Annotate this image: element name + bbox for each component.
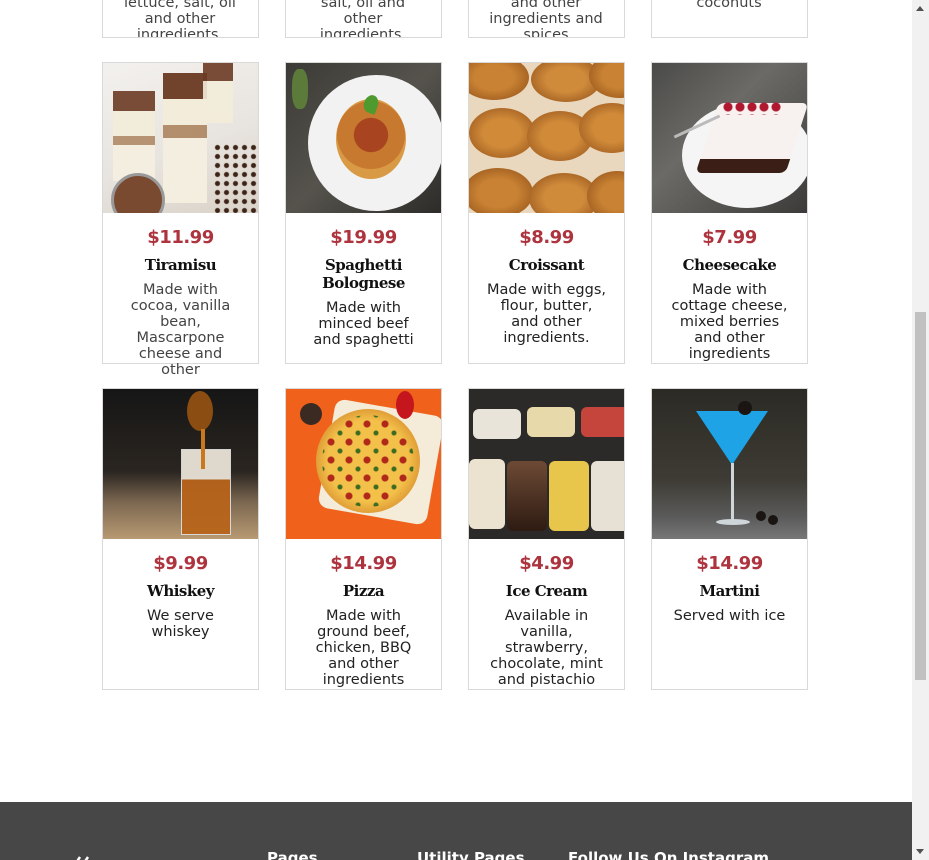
footer-heading-instagram: Follow Us On Instagram bbox=[568, 849, 769, 860]
menu-card[interactable]: $11.99 Tiramisu Made with cocoa, vanilla… bbox=[102, 62, 259, 378]
menu-item-description: coconuts bbox=[696, 0, 762, 11]
menu-item-description: Made with eggs, flour, butter, and other… bbox=[487, 282, 606, 346]
scrollbar-thumb[interactable] bbox=[915, 312, 926, 680]
menu-card[interactable]: $8.99 Croissant Made with eggs, flour, b… bbox=[468, 62, 625, 364]
menu-card[interactable]: $4.99 Ice Cream Available in vanilla, st… bbox=[468, 388, 625, 690]
menu-item-price: $9.99 bbox=[153, 553, 208, 574]
croissant-photo bbox=[469, 63, 624, 213]
menu-item-description: and other ingredients and spices bbox=[489, 0, 603, 38]
site-footer: Pages Utility Pages Follow Us On Instagr… bbox=[0, 802, 912, 860]
menu-item-price: $14.99 bbox=[330, 553, 397, 574]
menu-card[interactable]: and other ingredients and spices bbox=[468, 0, 625, 38]
spaghetti-photo bbox=[286, 63, 441, 213]
menu-item-price: $8.99 bbox=[519, 227, 574, 248]
menu-item-price: $19.99 bbox=[330, 227, 397, 248]
menu-card[interactable]: $19.99 Spaghetti Bolognese Made with min… bbox=[285, 62, 442, 364]
menu-item-name: Croissant bbox=[508, 256, 585, 274]
martini-photo bbox=[652, 389, 807, 539]
menu-item-description: We serve whiskey bbox=[147, 608, 214, 640]
logo-mark-icon bbox=[76, 856, 90, 860]
menu-card[interactable]: coconuts bbox=[651, 0, 808, 38]
menu-item-name: Ice Cream bbox=[505, 582, 588, 600]
footer-heading-utility-pages: Utility Pages bbox=[417, 849, 525, 860]
scroll-down-arrow-icon[interactable] bbox=[916, 849, 924, 854]
ice-cream-photo bbox=[469, 389, 624, 539]
menu-item-price: $14.99 bbox=[696, 553, 763, 574]
menu-item-price: $4.99 bbox=[519, 553, 574, 574]
footer-heading-pages: Pages bbox=[267, 849, 318, 860]
menu-item-name: Whiskey bbox=[146, 582, 215, 600]
menu-item-name: Tiramisu bbox=[144, 256, 217, 274]
menu-item-name: Cheesecake bbox=[682, 256, 777, 274]
logo-icon[interactable] bbox=[70, 850, 94, 860]
menu-item-description: Made with cocoa, vanilla bean, Mascarpon… bbox=[130, 282, 231, 378]
menu-item-description: avocado, eggs, lettuce, salt, oil and ot… bbox=[124, 0, 236, 38]
menu-card[interactable]: $9.99 Whiskey We serve whiskey bbox=[102, 388, 259, 690]
menu-card[interactable]: $7.99 Cheesecake Made with cottage chees… bbox=[651, 62, 808, 364]
menu-item-description: Made with cottage cheese, mixed berries … bbox=[671, 282, 788, 362]
menu-item-name: Spaghetti Bolognese bbox=[322, 256, 405, 292]
menu-item-price: $11.99 bbox=[147, 227, 214, 248]
page: avocado, eggs, lettuce, salt, oil and ot… bbox=[0, 0, 912, 860]
vertical-scrollbar[interactable] bbox=[912, 0, 929, 860]
menu-item-name: Martini bbox=[699, 582, 760, 600]
tiramisu-photo bbox=[103, 63, 258, 213]
menu-item-description: salt, oil and other ingredients. bbox=[319, 0, 407, 38]
menu-card[interactable]: salt, oil and other ingredients. bbox=[285, 0, 442, 38]
menu-item-name: Pizza bbox=[342, 582, 385, 600]
menu-card[interactable]: $14.99 Martini Served with ice bbox=[651, 388, 808, 690]
menu-item-description: Served with ice bbox=[673, 608, 786, 624]
menu-item-price: $7.99 bbox=[702, 227, 757, 248]
scroll-up-arrow-icon[interactable] bbox=[916, 6, 924, 11]
menu-item-description: Available in vanilla, strawberry, chocol… bbox=[490, 608, 603, 688]
menu-card[interactable]: $14.99 Pizza Made with ground beef, chic… bbox=[285, 388, 442, 690]
menu-item-description: Made with minced beef and spaghetti bbox=[313, 300, 414, 348]
whiskey-photo bbox=[103, 389, 258, 539]
menu-card[interactable]: avocado, eggs, lettuce, salt, oil and ot… bbox=[102, 0, 259, 38]
menu-item-description: Made with ground beef, chicken, BBQ and … bbox=[315, 608, 412, 688]
pizza-photo bbox=[286, 389, 441, 539]
cheesecake-photo bbox=[652, 63, 807, 213]
